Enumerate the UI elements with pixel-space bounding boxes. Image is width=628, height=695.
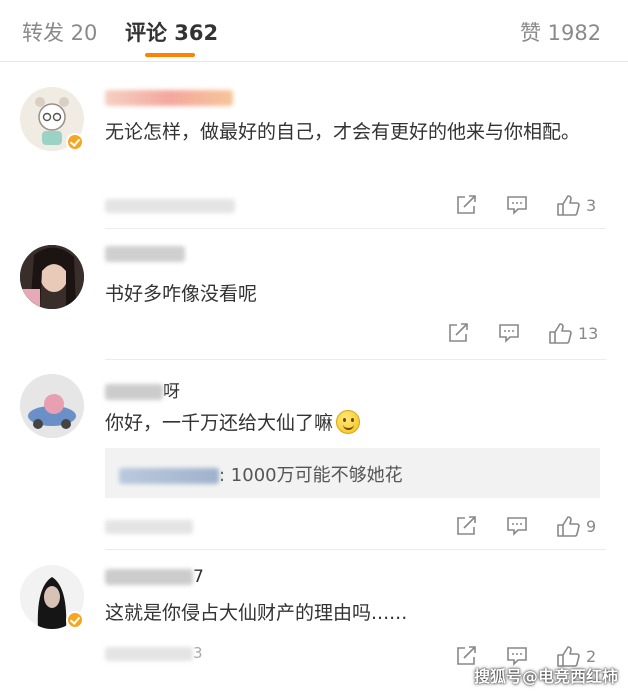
tab-reposts[interactable]: 转发 20 xyxy=(22,17,97,47)
commenter-name-text: 呀 xyxy=(163,382,180,402)
comment-text: 这就是你侵占大仙财产的理由吗...... xyxy=(105,602,408,624)
share-button[interactable] xyxy=(456,193,478,217)
commenter-name[interactable]: 呀 xyxy=(105,377,180,402)
share-icon xyxy=(457,195,476,214)
commenter-name-text: 7 xyxy=(193,567,204,587)
like-button[interactable]: 3 xyxy=(556,193,596,217)
reply-text: : 1000万可能不够她花 xyxy=(219,465,403,486)
comment-text: 你好，一千万还给大仙了嘛 xyxy=(105,406,605,440)
reply-button[interactable] xyxy=(506,514,528,538)
like-count: 3 xyxy=(586,195,597,215)
share-button[interactable] xyxy=(448,321,470,345)
reply-preview[interactable]: : 1000万可能不够她花 xyxy=(105,448,600,498)
tab-bar: 转发 20 评论 362 赞 1982 xyxy=(0,0,628,62)
share-button[interactable] xyxy=(456,514,478,538)
comment-text: 书好多咋像没看呢 xyxy=(105,283,258,305)
comment-timestamp xyxy=(105,195,235,213)
like-button[interactable]: 9 xyxy=(556,514,596,538)
smile-emoji-icon xyxy=(336,410,361,434)
divider xyxy=(105,228,606,229)
share-icon xyxy=(449,323,468,342)
comment-icon xyxy=(507,196,527,215)
comment-icon xyxy=(507,517,527,536)
reply-button[interactable] xyxy=(498,321,520,345)
comment-timestamp: 3 xyxy=(105,644,203,662)
like-button[interactable]: 13 xyxy=(548,321,598,345)
share-icon xyxy=(457,516,476,535)
commenter-name[interactable] xyxy=(105,88,233,108)
tab-likes[interactable]: 赞 1982 xyxy=(520,17,601,47)
verified-badge-icon xyxy=(66,611,84,629)
active-tab-indicator xyxy=(145,53,195,57)
divider xyxy=(105,359,606,360)
watermark-text: 搜狐号@电竞西红柿 xyxy=(473,667,618,686)
verified-badge-icon xyxy=(66,133,84,151)
timestamp-text: 3 xyxy=(193,644,203,662)
thumbs-up-icon xyxy=(549,323,572,344)
avatar[interactable] xyxy=(20,374,84,438)
like-count: 9 xyxy=(586,516,597,536)
reply-button[interactable] xyxy=(506,193,528,217)
thumbs-up-icon xyxy=(557,516,580,537)
thumbs-up-icon xyxy=(557,195,580,216)
like-count: 13 xyxy=(578,323,599,343)
comment-timestamp xyxy=(105,516,193,534)
comment-text-content: 你好，一千万还给大仙了嘛 xyxy=(105,412,334,434)
divider xyxy=(105,549,606,550)
avatar[interactable] xyxy=(20,245,84,309)
commenter-name[interactable] xyxy=(105,244,185,264)
tab-comments[interactable]: 评论 362 xyxy=(125,17,218,47)
commenter-name[interactable]: 7 xyxy=(105,567,204,587)
comment-text: 无论怎样，做最好的自己，才会有更好的他来与你相配。 xyxy=(105,121,581,143)
comment-icon xyxy=(499,324,519,343)
